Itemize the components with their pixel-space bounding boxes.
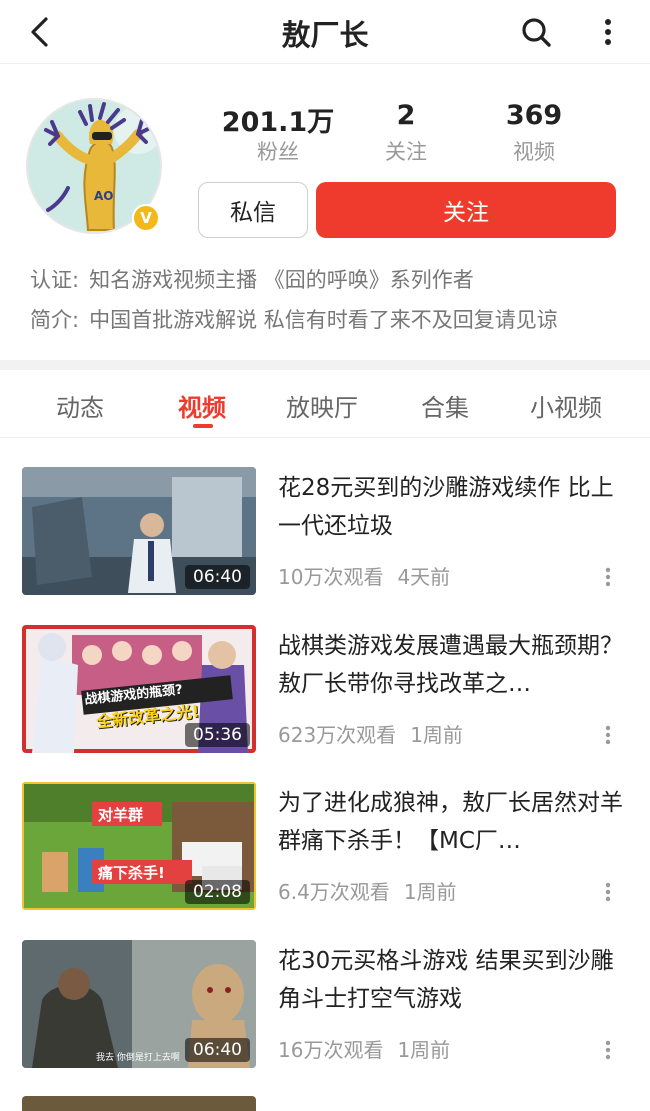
video-time: 1周前 (403, 880, 457, 904)
tab-collections[interactable]: 合集 (421, 388, 469, 423)
certification-label: 认证: (30, 268, 80, 292)
video-duration: 06:40 (185, 565, 250, 589)
intro-line: 简介: 中国首批游戏解说 私信有时看了来不及回复请见谅 (30, 304, 558, 334)
video-thumbnail[interactable]: 对羊群 痛下杀手! 02:08 (22, 782, 256, 910)
tab-short-videos[interactable]: 小视频 (530, 388, 602, 423)
message-button[interactable]: 私信 (198, 182, 308, 238)
video-meta: 16万次观看 1周前 (278, 1034, 450, 1063)
video-thumbnail[interactable]: 我去 你倒是打上去啊 06:40 (22, 940, 256, 1068)
video-views: 623万次观看 (278, 723, 397, 747)
active-tab-indicator (193, 424, 213, 428)
video-meta: 623万次观看 1周前 (278, 719, 463, 748)
followers-label: 粉丝 (257, 140, 299, 164)
follow-button[interactable]: 关注 (316, 182, 616, 238)
video-time: 1周前 (410, 723, 463, 747)
video-duration: 02:08 (185, 880, 250, 904)
videos-label: 视频 (513, 140, 555, 164)
following-count: 2 (396, 100, 416, 131)
video-duration: 05:36 (185, 723, 250, 747)
certification-line: 认证: 知名游戏视频主播 《囧的呼唤》系列作者 (30, 264, 474, 294)
video-meta: 10万次观看 4天前 (278, 561, 450, 590)
following-stat[interactable]: 2 关注 (346, 100, 466, 166)
video-time: 1周前 (397, 1038, 451, 1062)
video-item-partial[interactable] (0, 1096, 650, 1111)
video-more-button[interactable] (596, 723, 620, 747)
certification-text: 知名游戏视频主播 《囧的呼唤》系列作者 (89, 268, 474, 292)
more-vertical-icon (605, 19, 611, 45)
video-item[interactable]: 对羊群 痛下杀手! 02:08 为了进化成狼神，敖厂长居然对羊群痛下杀手！【MC… (0, 782, 650, 922)
tab-cinema[interactable]: 放映厅 (286, 388, 358, 423)
more-vertical-icon (605, 725, 611, 745)
video-more-button[interactable] (596, 1038, 620, 1062)
video-thumbnail[interactable]: 06:40 (22, 467, 256, 595)
svg-text:AO: AO (94, 189, 114, 203)
video-views: 16万次观看 (278, 1038, 384, 1062)
more-menu-button[interactable] (592, 12, 624, 52)
thumbnail-subtitle: 我去 你倒是打上去啊 (96, 1053, 180, 1063)
tab-videos[interactable]: 视频 (178, 388, 226, 423)
videos-stat[interactable]: 369 视频 (474, 100, 594, 166)
video-thumbnail[interactable] (22, 1096, 256, 1111)
video-title[interactable]: 花30元买格斗游戏 结果买到沙雕角斗士打空气游戏 (278, 942, 630, 1018)
tab-dynamic[interactable]: 动态 (56, 388, 104, 423)
video-meta: 6.4万次观看 1周前 (278, 876, 457, 905)
followers-stat[interactable]: 201.1万 粉丝 (218, 100, 338, 166)
video-title[interactable]: 战棋类游戏发展遭遇最大瓶颈期？敖厂长带你寻找改革之… (278, 627, 630, 703)
following-label: 关注 (385, 140, 427, 164)
more-vertical-icon (605, 567, 611, 587)
more-vertical-icon (605, 882, 611, 902)
content-tabs: 动态 视频 放映厅 合集 小视频 (0, 370, 650, 438)
intro-text: 中国首批游戏解说 私信有时看了来不及回复请见谅 (89, 308, 558, 332)
more-vertical-icon (605, 1040, 611, 1060)
video-thumbnail[interactable]: 战棋游戏的瓶颈? 全新改革之光! 05:36 (22, 625, 256, 753)
video-item[interactable]: 战棋游戏的瓶颈? 全新改革之光! 05:36 战棋类游戏发展遭遇最大瓶颈期？敖厂… (0, 625, 650, 765)
intro-label: 简介: (30, 308, 80, 332)
videos-count: 369 (505, 100, 563, 131)
video-views: 10万次观看 (278, 565, 384, 589)
thumbnail-caption: 对羊群 (98, 806, 144, 824)
video-time: 4天前 (397, 565, 451, 589)
video-item[interactable]: 06:40 花28元买到的沙雕游戏续作 比上一代还垃圾 10万次观看 4天前 (0, 467, 650, 607)
video-item[interactable]: 我去 你倒是打上去啊 06:40 花30元买格斗游戏 结果买到沙雕角斗士打空气游… (0, 940, 650, 1080)
followers-count: 201.1万 (221, 107, 335, 138)
search-button[interactable] (516, 12, 556, 52)
video-more-button[interactable] (596, 880, 620, 904)
thumbnail-caption: 痛下杀手! (98, 864, 165, 882)
verified-badge-icon: V (132, 204, 160, 232)
video-duration: 06:40 (185, 1038, 250, 1062)
video-views: 6.4万次观看 (278, 880, 390, 904)
video-title[interactable]: 花28元买到的沙雕游戏续作 比上一代还垃圾 (278, 469, 630, 545)
section-divider (0, 360, 650, 370)
search-icon (522, 18, 551, 47)
video-title[interactable]: 为了进化成狼神，敖厂长居然对羊群痛下杀手！【MC厂… (278, 784, 630, 860)
top-bar: 敖厂长 (0, 0, 650, 64)
video-more-button[interactable] (596, 565, 620, 589)
